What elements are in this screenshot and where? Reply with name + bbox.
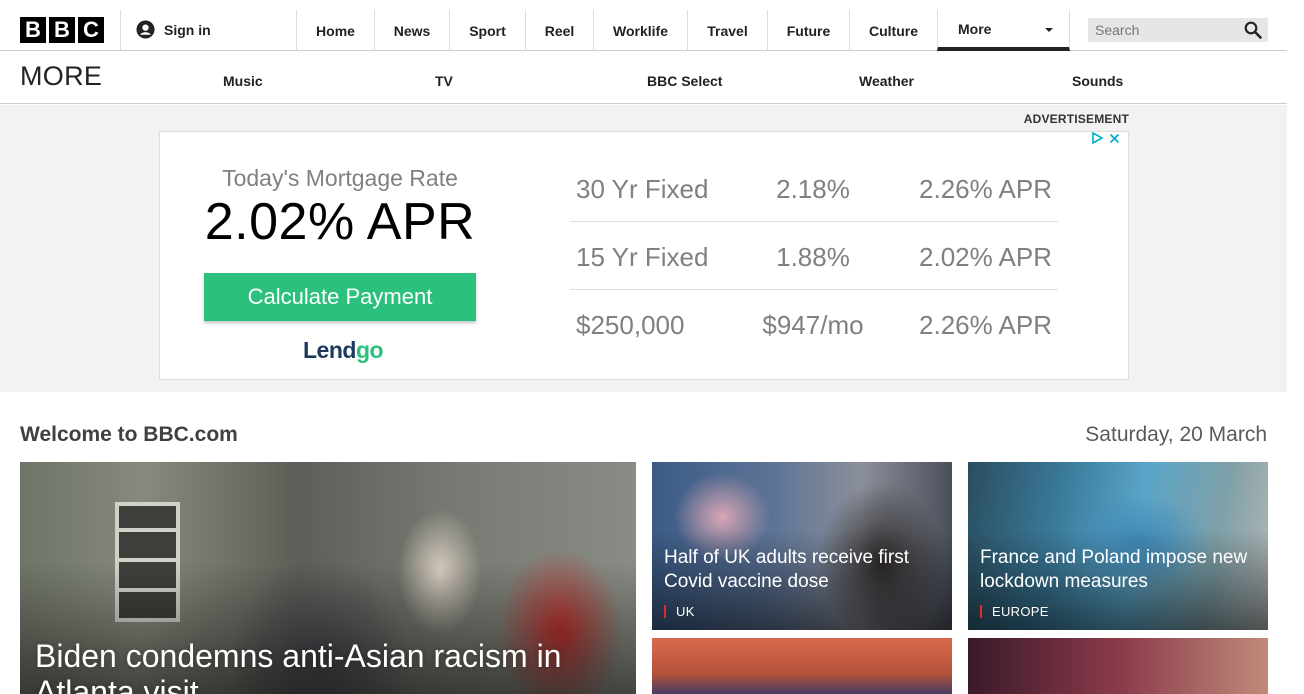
rate-table: 30 Yr Fixed 2.18% 2.26% APR 15 Yr Fixed … <box>570 154 1058 358</box>
current-date: Saturday, 20 March <box>1085 423 1267 446</box>
divider <box>120 10 121 50</box>
rate-value: 2.18% <box>776 174 850 204</box>
rate-row: 15 Yr Fixed 1.88% 2.02% APR <box>570 222 1058 290</box>
story-tag[interactable]: UK <box>664 605 695 618</box>
welcome-heading: Welcome to BBC.com <box>20 423 238 446</box>
ad-rate: 2.02% APR <box>204 193 476 251</box>
rate-term: 30 Yr Fixed <box>576 174 709 204</box>
nav-more[interactable]: More <box>937 10 1070 51</box>
story-card[interactable]: Half of UK adults receive first Covid va… <box>652 462 952 630</box>
nav-worklife[interactable]: Worklife <box>593 10 687 51</box>
search-input[interactable] <box>1088 22 1238 38</box>
subnav-music[interactable]: Music <box>223 73 263 89</box>
ad-subtitle: Today's Mortgage Rate <box>222 165 458 191</box>
logo-letter: B <box>49 17 75 43</box>
chevron-down-icon <box>1045 28 1053 32</box>
nav-home[interactable]: Home <box>296 10 374 51</box>
story-card[interactable] <box>968 638 1268 694</box>
advertisement-area: ADVERTISEMENT Today's Mortgage Rate 2.02… <box>0 105 1287 392</box>
bbc-logo[interactable]: B B C <box>20 17 104 43</box>
rate-row: $250,000 $947/mo 2.26% APR <box>570 290 1058 358</box>
rate-term: 15 Yr Fixed <box>576 242 709 272</box>
page-title: MORE <box>20 61 103 91</box>
subnav-weather[interactable]: Weather <box>859 73 914 89</box>
advertisement-banner[interactable]: Today's Mortgage Rate 2.02% APR Calculat… <box>159 131 1129 380</box>
nav-reel[interactable]: Reel <box>525 10 593 51</box>
nav-culture[interactable]: Culture <box>849 10 937 51</box>
rate-apr: 2.02% APR <box>919 242 1052 272</box>
search-icon[interactable] <box>1244 21 1262 39</box>
nav-travel[interactable]: Travel <box>687 10 767 51</box>
subnav-bbc-select[interactable]: BBC Select <box>647 73 722 89</box>
logo-letter: B <box>20 17 46 43</box>
adchoices-icon[interactable] <box>1091 132 1103 144</box>
rate-value: 1.88% <box>776 242 850 272</box>
ad-controls <box>1091 132 1120 144</box>
story-headline[interactable]: France and Poland impose new lockdown me… <box>980 546 1260 594</box>
rate-apr: 2.26% APR <box>919 174 1052 204</box>
nav-sport[interactable]: Sport <box>449 10 525 51</box>
brand-text: go <box>355 337 384 363</box>
rate-term: $250,000 <box>576 310 685 340</box>
rate-value: $947/mo <box>762 310 864 340</box>
subnav-tv[interactable]: TV <box>435 73 453 89</box>
story-tag[interactable]: EUROPE <box>980 605 1049 618</box>
lendgo-logo: Lendgo <box>303 337 384 364</box>
lead-story[interactable]: Biden condemns anti-Asian racism in Atla… <box>20 462 636 694</box>
rate-row: 30 Yr Fixed 2.18% 2.26% APR <box>570 154 1058 222</box>
nav-news[interactable]: News <box>374 10 449 51</box>
sign-in-label: Sign in <box>164 21 211 38</box>
top-navigation: B B C Sign in Home News Sport Reel Workl… <box>0 0 1287 51</box>
nav-more-label: More <box>958 20 992 37</box>
story-headline[interactable]: Biden condemns anti-Asian racism in Atla… <box>35 638 636 694</box>
account-icon <box>136 20 155 39</box>
story-card[interactable] <box>652 638 952 694</box>
brand-text: Lend <box>303 337 356 363</box>
story-card[interactable]: France and Poland impose new lockdown me… <box>968 462 1268 630</box>
more-subnav: MORE Music TV BBC Select Weather Sounds <box>0 51 1287 104</box>
subnav-sounds[interactable]: Sounds <box>1072 73 1123 89</box>
story-headline[interactable]: Half of UK adults receive first Covid va… <box>664 546 944 594</box>
close-icon[interactable] <box>1109 133 1120 144</box>
advertisement-label: ADVERTISEMENT <box>1023 112 1129 126</box>
sign-in-link[interactable]: Sign in <box>136 20 211 39</box>
main-nav: Home News Sport Reel Worklife Travel Fut… <box>296 10 1070 51</box>
logo-letter: C <box>78 17 104 43</box>
search-box <box>1088 18 1268 42</box>
rate-apr: 2.26% APR <box>919 310 1052 340</box>
nav-future[interactable]: Future <box>767 10 849 51</box>
calculate-payment-button[interactable]: Calculate Payment <box>204 273 476 321</box>
